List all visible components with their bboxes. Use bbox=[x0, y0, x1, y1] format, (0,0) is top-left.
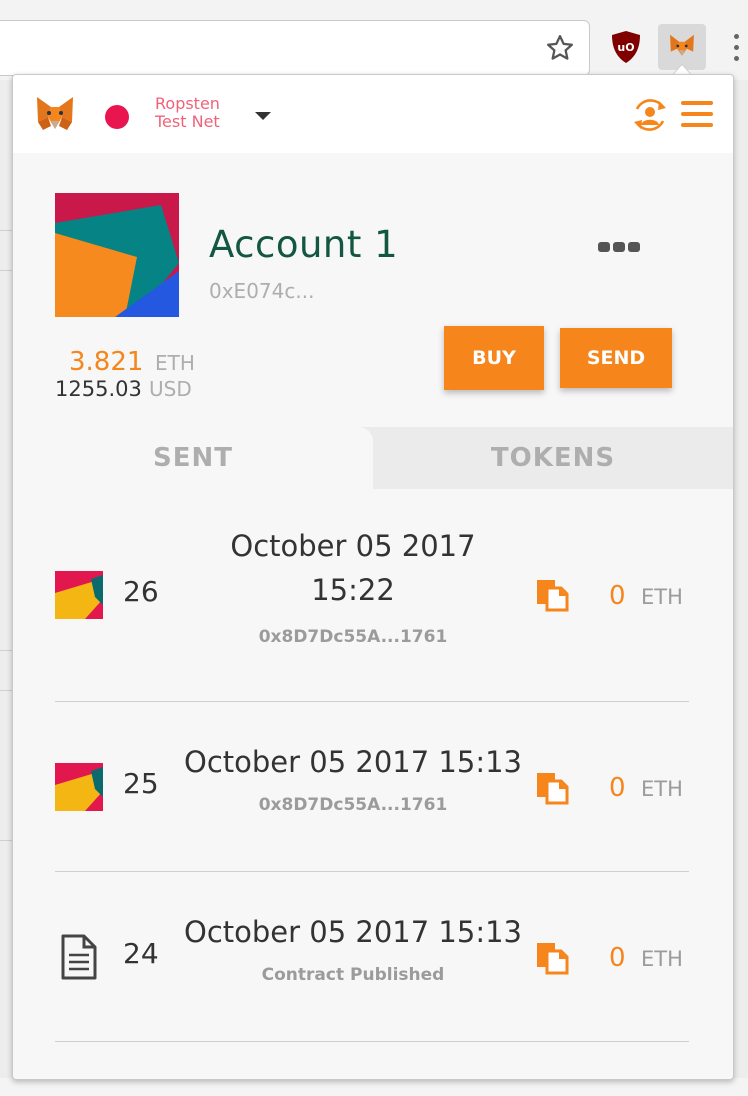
network-label[interactable]: Ropsten Test Net bbox=[155, 95, 255, 131]
svg-text:uO: uO bbox=[617, 41, 634, 54]
transaction-hash[interactable]: 0x8D7Dc55A...1761 bbox=[183, 795, 523, 815]
transaction-identicon bbox=[55, 763, 103, 811]
transaction-value: 0 bbox=[609, 581, 626, 611]
transaction-value-unit: ETH bbox=[641, 947, 683, 971]
ublock-origin-icon[interactable]: uO bbox=[610, 30, 642, 64]
account-switch-icon[interactable] bbox=[629, 95, 671, 135]
tab-bar: SENT TOKENS bbox=[13, 427, 733, 489]
transaction-identicon bbox=[55, 571, 103, 619]
account-address[interactable]: 0xE074c... bbox=[209, 279, 314, 303]
divider bbox=[0, 690, 12, 691]
transaction-value: 0 bbox=[609, 943, 626, 973]
more-options-icon[interactable] bbox=[598, 237, 643, 256]
divider bbox=[0, 230, 12, 231]
transaction-date: October 05 2017 bbox=[230, 529, 476, 563]
divider bbox=[55, 1041, 689, 1042]
contract-published-label: Contract Published bbox=[261, 965, 445, 985]
transaction-time: 15:22 bbox=[311, 573, 395, 607]
transaction-nonce: 24 bbox=[123, 937, 159, 970]
divider bbox=[0, 650, 12, 651]
transaction-date: October 05 2017 15:13 bbox=[184, 745, 522, 779]
network-status-dot[interactable] bbox=[105, 105, 129, 129]
balance-usd-unit: USD bbox=[149, 377, 192, 401]
address-bar[interactable] bbox=[0, 20, 590, 76]
buy-button[interactable]: BUY bbox=[444, 326, 544, 390]
transaction-row[interactable]: 26 October 05 2017 15:22 0x8D7Dc55A...17… bbox=[55, 525, 689, 675]
transaction-value-unit: ETH bbox=[641, 585, 683, 609]
metamask-popup: Ropsten Test Net Account 1 0xE074c... 3.… bbox=[12, 74, 734, 1080]
browser-menu-icon[interactable] bbox=[733, 34, 741, 64]
hamburger-menu-icon[interactable] bbox=[681, 101, 713, 127]
copy-icon[interactable] bbox=[535, 578, 569, 612]
document-icon bbox=[61, 934, 97, 980]
chevron-down-icon[interactable] bbox=[255, 112, 271, 120]
divider bbox=[55, 871, 689, 872]
transaction-value: 0 bbox=[609, 773, 626, 803]
transaction-row[interactable]: 25 October 05 2017 15:13 0x8D7Dc55A...17… bbox=[55, 741, 689, 851]
divider bbox=[0, 270, 12, 271]
divider bbox=[0, 840, 12, 841]
balance-usd-amount: 1255.03 bbox=[55, 377, 142, 401]
transaction-value-unit: ETH bbox=[641, 777, 683, 801]
tab-sent[interactable]: SENT bbox=[13, 427, 373, 489]
account-name: Account 1 bbox=[209, 223, 399, 266]
page-footer bbox=[0, 1078, 748, 1096]
balance-eth-amount: 3.821 bbox=[69, 347, 144, 377]
transaction-row[interactable]: 24 October 05 2017 15:13 Contract Publis… bbox=[55, 911, 689, 1021]
metamask-logo-icon[interactable] bbox=[35, 95, 75, 133]
app-header: Ropsten Test Net bbox=[13, 75, 733, 153]
account-identicon[interactable] bbox=[55, 193, 179, 317]
metamask-fox-icon bbox=[670, 34, 694, 56]
copy-icon[interactable] bbox=[535, 941, 569, 975]
copy-icon[interactable] bbox=[535, 771, 569, 805]
transaction-hash[interactable]: 0x8D7Dc55A...1761 bbox=[183, 627, 523, 647]
send-button[interactable]: SEND bbox=[560, 328, 672, 388]
transaction-nonce: 26 bbox=[123, 575, 159, 608]
tab-tokens[interactable]: TOKENS bbox=[373, 427, 733, 489]
divider bbox=[55, 701, 689, 702]
bookmark-star-icon[interactable] bbox=[545, 33, 575, 63]
transaction-date: October 05 2017 15:13 bbox=[184, 915, 522, 949]
balance-eth-unit: ETH bbox=[155, 351, 195, 375]
transaction-nonce: 25 bbox=[123, 767, 159, 800]
browser-toolbar: uO bbox=[0, 0, 748, 80]
